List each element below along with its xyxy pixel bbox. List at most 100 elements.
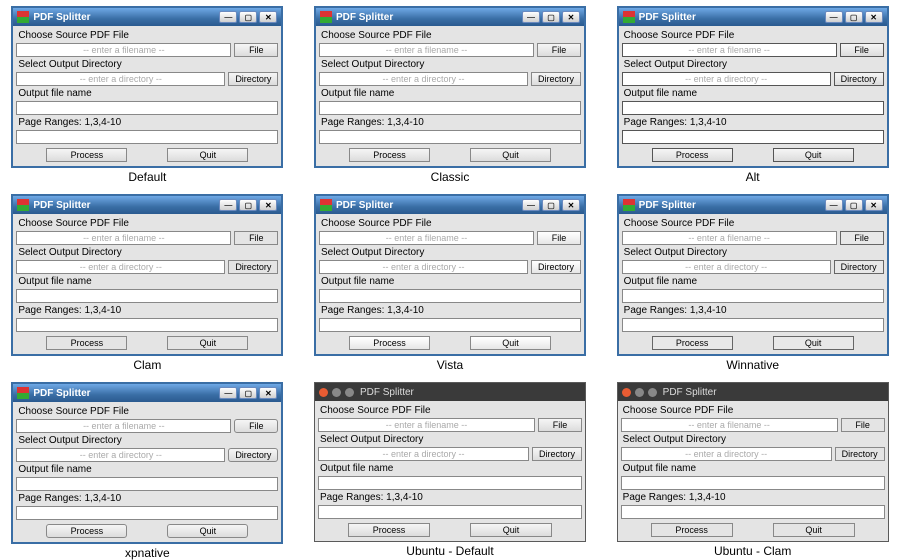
close-icon[interactable]: ✕: [259, 387, 277, 399]
quit-button[interactable]: Quit: [470, 336, 551, 350]
ranges-input[interactable]: .: [622, 318, 884, 332]
quit-button[interactable]: Quit: [470, 523, 552, 537]
minimize-icon[interactable]: —: [825, 199, 843, 211]
source-input[interactable]: -- enter a filename --: [16, 43, 231, 57]
close-icon[interactable]: ✕: [622, 388, 631, 397]
maximize-icon[interactable]: ▢: [239, 199, 257, 211]
file-button[interactable]: File: [840, 231, 884, 245]
file-button[interactable]: File: [234, 43, 278, 57]
source-input[interactable]: -- enter a filename --: [16, 419, 231, 433]
process-button[interactable]: Process: [652, 336, 733, 350]
minimize-icon[interactable]: —: [522, 199, 540, 211]
quit-button[interactable]: Quit: [167, 336, 248, 350]
maximize-icon[interactable]: ▢: [345, 388, 354, 397]
outfile-input[interactable]: .: [622, 101, 884, 115]
outdir-input[interactable]: -- enter a directory --: [319, 72, 528, 86]
minimize-icon[interactable]: —: [219, 199, 237, 211]
outdir-input[interactable]: -- enter a directory --: [622, 260, 831, 274]
outfile-input[interactable]: .: [16, 477, 278, 491]
close-icon[interactable]: ✕: [562, 199, 580, 211]
outfile-input[interactable]: .: [318, 476, 582, 490]
outdir-input[interactable]: -- enter a directory --: [16, 448, 225, 462]
close-icon[interactable]: ✕: [259, 199, 277, 211]
process-button[interactable]: Process: [46, 148, 127, 162]
file-button[interactable]: File: [234, 419, 278, 433]
titlebar[interactable]: PDF Splitter — ▢ ✕: [316, 8, 584, 26]
ranges-input[interactable]: .: [622, 130, 884, 144]
close-icon[interactable]: ✕: [865, 199, 883, 211]
file-button[interactable]: File: [841, 418, 885, 432]
maximize-icon[interactable]: ▢: [239, 387, 257, 399]
titlebar[interactable]: ✕ — ▢ PDF Splitter: [315, 383, 585, 401]
process-button[interactable]: Process: [348, 523, 430, 537]
source-input[interactable]: -- enter a filename --: [622, 43, 837, 57]
directory-button[interactable]: Directory: [834, 260, 884, 274]
quit-button[interactable]: Quit: [167, 524, 248, 538]
outfile-input[interactable]: .: [621, 476, 885, 490]
directory-button[interactable]: Directory: [228, 448, 278, 462]
quit-button[interactable]: Quit: [773, 336, 854, 350]
titlebar[interactable]: PDF Splitter — ▢ ✕: [619, 196, 887, 214]
minimize-icon[interactable]: —: [635, 388, 644, 397]
outdir-input[interactable]: -- enter a directory --: [318, 447, 529, 461]
quit-button[interactable]: Quit: [773, 148, 854, 162]
close-icon[interactable]: ✕: [319, 388, 328, 397]
process-button[interactable]: Process: [652, 148, 733, 162]
file-button[interactable]: File: [840, 43, 884, 57]
ranges-input[interactable]: .: [318, 505, 582, 519]
quit-button[interactable]: Quit: [167, 148, 248, 162]
outfile-input[interactable]: .: [16, 101, 278, 115]
directory-button[interactable]: Directory: [531, 260, 581, 274]
titlebar[interactable]: PDF Splitter — ▢ ✕: [13, 196, 281, 214]
ranges-input[interactable]: .: [319, 318, 581, 332]
close-icon[interactable]: ✕: [562, 11, 580, 23]
quit-button[interactable]: Quit: [470, 148, 551, 162]
close-icon[interactable]: ✕: [259, 11, 277, 23]
source-input[interactable]: -- enter a filename --: [319, 231, 534, 245]
ranges-input[interactable]: .: [621, 505, 885, 519]
titlebar[interactable]: PDF Splitter — ▢ ✕: [316, 196, 584, 214]
source-input[interactable]: -- enter a filename --: [318, 418, 535, 432]
quit-button[interactable]: Quit: [773, 523, 855, 537]
minimize-icon[interactable]: —: [332, 388, 341, 397]
maximize-icon[interactable]: ▢: [542, 11, 560, 23]
outfile-input[interactable]: .: [622, 289, 884, 303]
titlebar[interactable]: PDF Splitter — ▢ ✕: [13, 8, 281, 26]
directory-button[interactable]: Directory: [228, 72, 278, 86]
source-input[interactable]: -- enter a filename --: [622, 231, 837, 245]
directory-button[interactable]: Directory: [532, 447, 582, 461]
titlebar[interactable]: PDF Splitter — ▢ ✕: [13, 384, 281, 402]
directory-button[interactable]: Directory: [531, 72, 581, 86]
ranges-input[interactable]: .: [16, 506, 278, 520]
maximize-icon[interactable]: ▢: [845, 11, 863, 23]
process-button[interactable]: Process: [349, 336, 430, 350]
maximize-icon[interactable]: ▢: [239, 11, 257, 23]
ranges-input[interactable]: .: [16, 130, 278, 144]
process-button[interactable]: Process: [651, 523, 733, 537]
minimize-icon[interactable]: —: [219, 387, 237, 399]
outdir-input[interactable]: -- enter a directory --: [622, 72, 831, 86]
file-button[interactable]: File: [537, 43, 581, 57]
source-input[interactable]: -- enter a filename --: [621, 418, 838, 432]
maximize-icon[interactable]: ▢: [648, 388, 657, 397]
outdir-input[interactable]: -- enter a directory --: [16, 260, 225, 274]
process-button[interactable]: Process: [349, 148, 430, 162]
directory-button[interactable]: Directory: [834, 72, 884, 86]
minimize-icon[interactable]: —: [825, 11, 843, 23]
process-button[interactable]: Process: [46, 336, 127, 350]
outdir-input[interactable]: -- enter a directory --: [16, 72, 225, 86]
minimize-icon[interactable]: —: [219, 11, 237, 23]
ranges-input[interactable]: .: [16, 318, 278, 332]
outfile-input[interactable]: .: [319, 101, 581, 115]
directory-button[interactable]: Directory: [835, 447, 885, 461]
maximize-icon[interactable]: ▢: [542, 199, 560, 211]
outfile-input[interactable]: .: [16, 289, 278, 303]
ranges-input[interactable]: .: [319, 130, 581, 144]
directory-button[interactable]: Directory: [228, 260, 278, 274]
source-input[interactable]: -- enter a filename --: [319, 43, 534, 57]
process-button[interactable]: Process: [46, 524, 127, 538]
file-button[interactable]: File: [538, 418, 582, 432]
outfile-input[interactable]: .: [319, 289, 581, 303]
outdir-input[interactable]: -- enter a directory --: [319, 260, 528, 274]
titlebar[interactable]: PDF Splitter — ▢ ✕: [619, 8, 887, 26]
